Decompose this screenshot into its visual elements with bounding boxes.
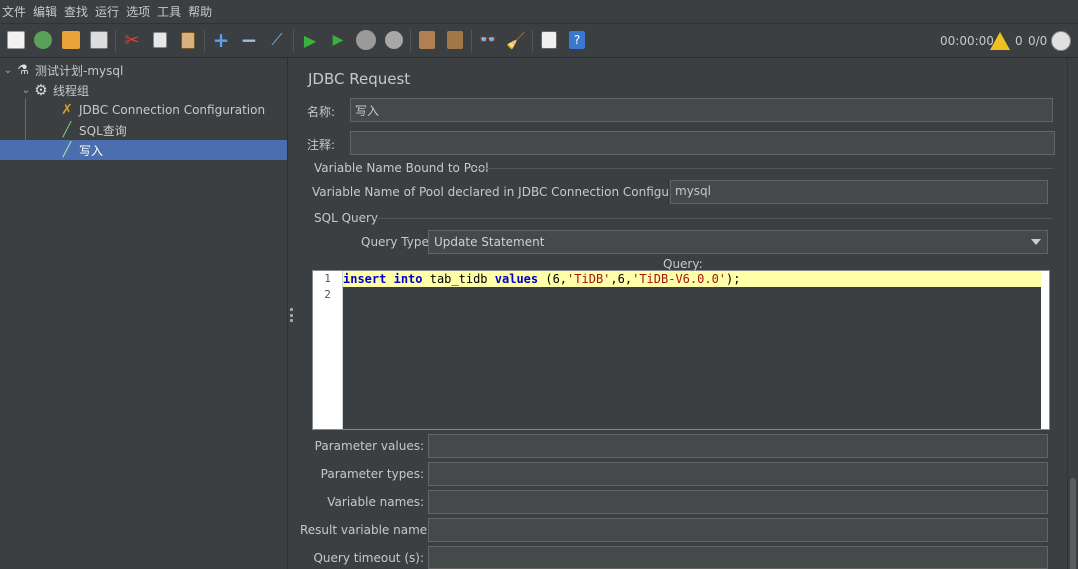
param-types-label: Parameter types: <box>320 467 424 481</box>
new-icon[interactable] <box>5 29 27 51</box>
chevron-down-icon[interactable] <box>1031 239 1041 245</box>
warning-count: 0 <box>1015 34 1023 48</box>
query-type-select[interactable]: Update Statement <box>428 230 1048 254</box>
menu-edit[interactable]: 编辑 <box>33 3 57 20</box>
sql-editor[interactable]: 1 2 insert into tab_tidb values (6,'TiDB… <box>312 270 1050 430</box>
flask-icon: ⚗ <box>17 62 29 78</box>
stop-icon[interactable] <box>355 29 377 51</box>
save-icon[interactable] <box>88 29 110 51</box>
code-line: insert into tab_tidb values (6,'TiDB',6,… <box>343 272 741 286</box>
pool-label: Variable Name of Pool declared in JDBC C… <box>312 185 709 199</box>
start-no-pause-icon[interactable]: ▶ <box>327 29 349 51</box>
shutdown-icon[interactable] <box>383 29 405 51</box>
tree-node-thread-group[interactable]: ⌄ ⚙ 线程组 <box>20 80 287 100</box>
query-type-value: Update Statement <box>434 235 545 249</box>
search-icon[interactable]: 👓 <box>477 29 499 51</box>
paste-icon[interactable] <box>177 29 199 51</box>
result-var-field[interactable] <box>428 518 1048 542</box>
toggle-icon[interactable]: ⟋ <box>266 29 288 51</box>
menu-file[interactable]: 文件 <box>2 3 26 20</box>
cut-icon[interactable]: ✂ <box>121 29 143 51</box>
menu-bar: 文件 编辑 查找 运行 选项 工具 帮助 <box>0 0 1078 24</box>
comment-field[interactable] <box>350 131 1055 155</box>
splitter-grip-icon[interactable] <box>290 308 293 322</box>
expand-icon[interactable]: + <box>210 28 232 52</box>
query-type-label: Query Type: <box>361 235 433 249</box>
clear-icon[interactable] <box>416 29 438 51</box>
tree-node-label: SQL查询 <box>79 123 127 138</box>
menu-help[interactable]: 帮助 <box>188 3 212 20</box>
pipette-icon: ╱ <box>62 122 72 138</box>
tree-node-label: JDBC Connection Configuration <box>79 103 266 117</box>
reset-search-icon[interactable]: 🧹 <box>505 29 527 51</box>
menu-options[interactable]: 选项 <box>126 3 150 20</box>
line-number: 1 <box>324 272 331 285</box>
start-icon[interactable]: ▶ <box>299 29 321 51</box>
page-title: JDBC Request <box>308 70 411 88</box>
line-number: 2 <box>324 288 331 301</box>
tree-node-label: 线程组 <box>53 83 90 98</box>
tree-node-write[interactable]: ╱ 写入 <box>0 140 287 160</box>
remote-status-icon <box>1051 24 1071 58</box>
tree-node-test-plan[interactable]: ⌄ ⚗ 测试计划-mysql <box>2 60 287 80</box>
name-field[interactable]: 写入 <box>350 98 1053 122</box>
thread-count: 0/0 <box>1028 34 1048 48</box>
panel-scrollbar[interactable] <box>1067 58 1078 569</box>
pool-name-field[interactable]: mysql <box>670 180 1048 204</box>
param-values-label: Parameter values: <box>314 439 424 453</box>
param-types-field[interactable] <box>428 462 1048 486</box>
comment-label: 注释: <box>307 138 336 152</box>
sql-section-title: SQL Query <box>314 211 379 225</box>
collapse-icon[interactable]: − <box>238 28 260 52</box>
chevron-down-icon[interactable]: ⌄ <box>20 85 32 96</box>
gear-icon: ⚙ <box>34 81 48 99</box>
function-helper-icon[interactable] <box>538 29 560 51</box>
templates-icon[interactable] <box>32 29 54 51</box>
pool-section-title: Variable Name Bound to Pool <box>314 161 489 175</box>
timeout-field[interactable] <box>428 546 1048 569</box>
toolbar: ✂ + − ⟋ ▶ ▶ 👓 🧹 ? 00:00:00 0 0/0 <box>0 24 1078 58</box>
clear-all-icon[interactable] <box>444 29 466 51</box>
menu-tools[interactable]: 工具 <box>157 3 181 20</box>
pipette-icon: ╱ <box>62 142 72 158</box>
open-icon[interactable] <box>60 29 82 51</box>
tree-node-jdbc-config[interactable]: ✗ JDBC Connection Configuration <box>58 100 287 120</box>
tree-node-label: 写入 <box>79 143 104 158</box>
query-label: Query: <box>663 257 703 271</box>
tree-node-sql-query[interactable]: ╱ SQL查询 <box>58 120 287 140</box>
elapsed-timer: 00:00:00 <box>940 34 994 48</box>
var-names-field[interactable] <box>428 490 1048 514</box>
name-label: 名称: <box>307 105 336 119</box>
wrench-icon: ✗ <box>61 102 73 118</box>
menu-run[interactable]: 运行 <box>95 3 119 20</box>
warning-icon[interactable] <box>990 24 1010 58</box>
help-icon[interactable]: ? <box>566 29 588 51</box>
chevron-down-icon[interactable]: ⌄ <box>2 65 14 76</box>
var-names-label: Variable names: <box>327 495 424 509</box>
tree-node-label: 测试计划-mysql <box>35 63 124 78</box>
code-area[interactable]: insert into tab_tidb values (6,'TiDB',6,… <box>343 271 1041 429</box>
copy-icon[interactable] <box>149 29 171 51</box>
menu-search[interactable]: 查找 <box>64 3 88 20</box>
result-var-label: Result variable name: <box>300 523 432 537</box>
param-values-field[interactable] <box>428 434 1048 458</box>
timeout-label: Query timeout (s): <box>313 551 424 565</box>
line-number-gutter: 1 2 <box>313 271 343 429</box>
